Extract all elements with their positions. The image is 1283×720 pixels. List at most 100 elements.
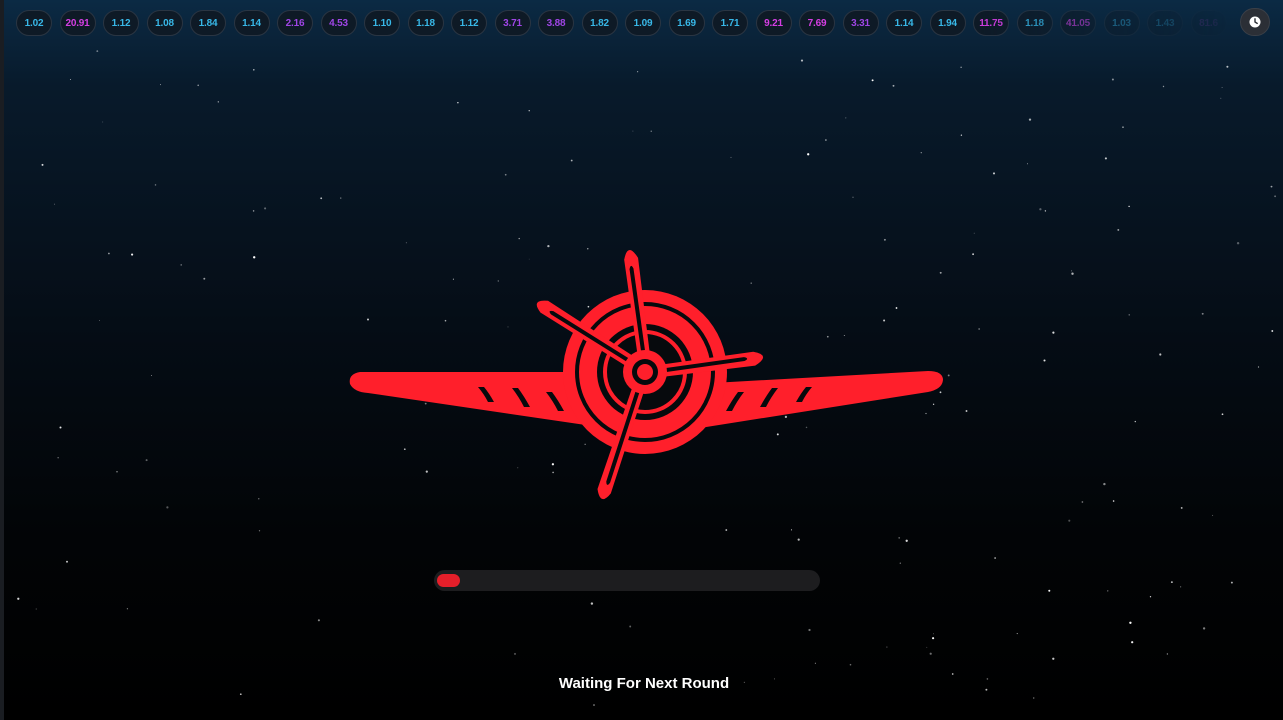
star [35,608,37,610]
star [892,84,895,87]
star [932,637,935,640]
star [197,84,199,87]
star [203,277,206,280]
star [1129,621,1132,624]
star [629,625,632,628]
star [570,159,573,162]
star [1068,519,1071,522]
star [898,537,901,539]
star [1270,185,1273,188]
multiplier-history-item[interactable]: 1.02 [16,10,52,36]
multiplier-history-item[interactable]: 41.05 [1060,10,1096,36]
multiplier-history-item[interactable]: 1.12 [103,10,139,36]
star [1201,312,1204,315]
multiplier-history-item[interactable]: 1.43 [1147,10,1183,36]
multiplier-history-item[interactable]: 3.31 [842,10,879,36]
star [1221,413,1224,416]
star [1052,331,1055,334]
star [1071,270,1073,272]
multiplier-history-item[interactable]: 1.08 [146,10,183,36]
multiplier-history-item[interactable]: 1.14 [233,10,270,36]
star [1180,506,1183,509]
star [994,557,996,559]
star [725,529,728,531]
multiplier-history-item[interactable]: 1.69 [668,10,705,36]
multiplier-history-item[interactable]: 7.69 [799,10,835,36]
star [933,633,934,635]
multiplier-history-item[interactable]: 4.53 [320,10,357,36]
multiplier-history-item[interactable]: 1.84 [190,10,226,36]
star [340,197,342,199]
star [1221,87,1223,89]
star [800,59,804,62]
star [1271,330,1274,332]
star [1112,500,1115,502]
multiplier-history-item[interactable]: 1.10 [364,10,400,36]
star [1016,633,1018,635]
multiplier-history-item[interactable]: 1.12 [451,10,487,36]
star [871,79,874,82]
multiplier-history-item[interactable]: 1.09 [625,10,661,36]
star [1159,353,1162,356]
star [1122,126,1124,128]
star [1043,359,1046,362]
multiplier-history-item[interactable]: 3.88 [538,10,574,36]
star [59,426,62,429]
star [905,539,908,542]
star [66,560,68,563]
star [1202,627,1206,630]
history-button[interactable] [1240,8,1270,36]
star [108,252,110,255]
star [217,101,219,103]
star [166,506,169,509]
star [1220,97,1222,99]
star [145,459,148,462]
star [960,134,963,136]
star [264,207,267,210]
star [807,153,810,156]
star [1033,697,1035,699]
multiplier-history-item[interactable]: 1.18 [407,10,444,36]
star [180,264,182,266]
star [1162,85,1165,88]
star [1166,653,1169,655]
star [926,646,928,648]
multiplier-history-item[interactable]: 9.21 [755,10,792,36]
star [590,602,594,605]
multiplier-history-item[interactable]: 1.18 [1016,10,1053,36]
star [69,79,71,80]
multiplier-history-item[interactable]: 1.14 [886,10,922,36]
star [845,117,847,119]
star [973,232,975,234]
star [978,328,980,330]
loading-progress-fill [437,574,460,587]
multiplier-history-item[interactable]: 81.6 [1190,10,1227,36]
multiplier-history-item[interactable]: 1.82 [581,10,618,36]
star [102,121,104,123]
star [1028,118,1032,121]
star [965,410,968,412]
multiplier-history-item[interactable]: 20.91 [59,10,96,36]
star [1226,65,1229,68]
star [1071,272,1074,275]
multiplier-history-item[interactable]: 3.71 [494,10,531,36]
multiplier-history-item[interactable]: 11.75 [973,10,1009,36]
multiplier-history-item[interactable]: 1.03 [1103,10,1140,36]
star [920,152,922,154]
star [126,608,129,610]
star [730,156,732,158]
star [929,652,932,655]
star [457,102,459,104]
star [849,663,852,666]
star [98,319,101,322]
star [1257,366,1260,368]
star [1081,501,1084,503]
star [317,619,320,622]
left-edge-border [0,0,4,720]
multiplier-history-item[interactable]: 2.16 [277,10,313,36]
multiplier-history-item[interactable]: 1.71 [712,10,748,36]
star [320,197,323,200]
multiplier-history-item[interactable]: 1.94 [929,10,966,36]
star [1107,590,1109,592]
propeller-plane-icon [349,249,943,500]
